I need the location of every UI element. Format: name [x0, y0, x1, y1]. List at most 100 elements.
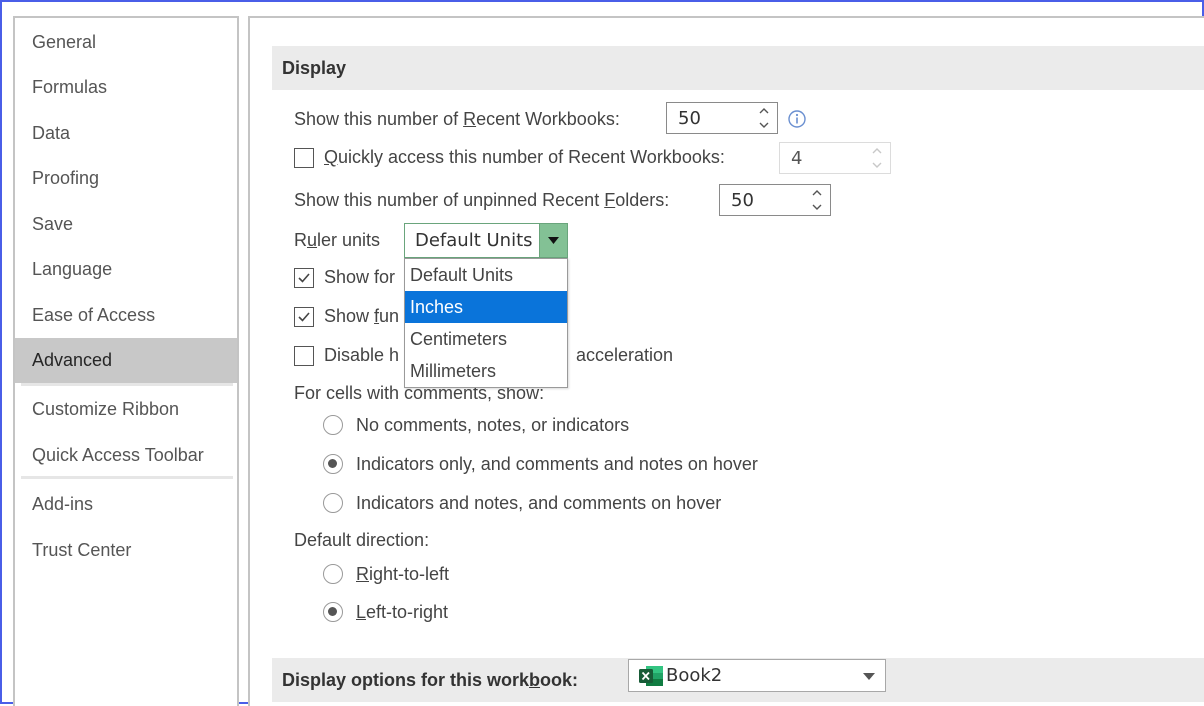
ruler-option-default-units[interactable]: Default Units	[405, 259, 567, 291]
nav-divider	[21, 383, 233, 386]
nav-label: Quick Access Toolbar	[32, 445, 204, 465]
nav-label: Language	[32, 259, 113, 279]
radio-dot	[328, 459, 337, 468]
radio-left-to-right[interactable]	[323, 602, 343, 622]
nav-item-ease-of-access[interactable]: Ease of Access	[15, 293, 237, 338]
info-icon[interactable]	[787, 109, 807, 129]
label-text: un	[379, 306, 400, 326]
label-text: Display options for this work	[282, 670, 530, 690]
workbook-select[interactable]: Book2	[628, 659, 886, 692]
disable-hw-accel-label-end: acceleration	[576, 345, 674, 365]
label-text: Show this number of	[294, 109, 464, 129]
direction-group-label: Default direction:	[294, 530, 430, 550]
nav-item-proofing[interactable]: Proofing	[15, 156, 237, 201]
excel-icon	[639, 666, 663, 686]
spinner-arrows[interactable]	[810, 186, 824, 214]
ruler-units-value[interactable]: Default Units	[415, 230, 533, 251]
label-accesskey: u	[307, 230, 318, 250]
label-accesskey: L	[356, 602, 367, 622]
label-text: R	[294, 230, 307, 250]
nav-item-advanced[interactable]: Advanced	[15, 338, 237, 383]
spinner-value[interactable]: 50	[731, 190, 754, 211]
nav-label: Data	[32, 123, 71, 143]
recent-folders-label: Show this number of unpinned Recent Fold…	[294, 190, 669, 211]
ruler-option-centimeters[interactable]: Centimeters	[405, 323, 567, 355]
radio-indicators-and-notes[interactable]	[323, 493, 343, 513]
ruler-option-millimeters[interactable]: Millimeters	[405, 355, 567, 387]
radio-indicators-and-notes-label[interactable]: Indicators and notes, and comments on ho…	[356, 493, 721, 514]
radio-indicators-only-label[interactable]: Indicators only, and comments and notes …	[356, 454, 758, 475]
nav-label: General	[32, 32, 97, 52]
nav-label: Proofing	[32, 168, 100, 188]
show-formula-bar-checkbox[interactable]	[294, 268, 314, 288]
ruler-option-inches[interactable]: Inches	[405, 291, 567, 323]
show-formula-bar-label: Show for	[324, 267, 396, 287]
recent-workbooks-spinner[interactable]: 50	[666, 102, 778, 134]
chevron-down-icon[interactable]	[548, 237, 559, 244]
spinner-arrows[interactable]	[870, 144, 884, 172]
nav-label: Advanced	[32, 350, 113, 370]
radio-no-comments-label[interactable]: No comments, notes, or indicators	[356, 415, 629, 436]
ruler-units-dropdown-button[interactable]	[539, 224, 567, 257]
checkmark-icon	[298, 273, 310, 283]
quick-access-label: Quickly access this number of Recent Wor…	[324, 147, 725, 168]
radio-no-comments[interactable]	[323, 415, 343, 435]
label-accesskey: b	[529, 670, 541, 690]
nav-label: Save	[32, 214, 74, 234]
nav-label: Trust Center	[32, 540, 132, 560]
nav-label: Formulas	[32, 77, 108, 97]
ruler-units-label: Ruler units	[294, 230, 380, 251]
label-text: Show	[324, 306, 375, 326]
label-text: Show this number of unpinned Recent	[294, 190, 605, 210]
radio-left-to-right-label[interactable]: Left-to-right	[356, 602, 448, 623]
label-text: ler units	[317, 230, 381, 250]
checkmark-icon	[298, 312, 310, 322]
show-function-tips-checkbox[interactable]	[294, 307, 314, 327]
label-text: ight-to-left	[369, 564, 450, 584]
quick-access-checkbox[interactable]	[294, 148, 314, 168]
radio-dot	[328, 607, 337, 616]
ruler-units-select[interactable]: Default Units	[404, 223, 568, 258]
label-accesskey: R	[463, 109, 477, 129]
label-text: ook:	[540, 670, 579, 690]
nav-label: Customize Ribbon	[32, 399, 180, 419]
disable-hw-accel-label-start: Disable h	[324, 345, 400, 365]
quick-access-spinner[interactable]: 4	[779, 142, 891, 174]
show-function-tips-label: Show fun	[324, 306, 399, 327]
workbook-select-value[interactable]: Book2	[666, 665, 722, 686]
up-down-chevron-icon[interactable]	[870, 144, 884, 172]
spinner-arrows[interactable]	[757, 104, 771, 132]
spinner-value[interactable]: 4	[791, 148, 802, 169]
chevron-down-icon[interactable]	[863, 673, 875, 680]
nav-item-trust-center[interactable]: Trust Center	[15, 528, 237, 573]
nav-label: Ease of Access	[32, 305, 156, 325]
nav-item-quick-access-toolbar[interactable]: Quick Access Toolbar	[15, 433, 237, 478]
options-nav: General Formulas Data Proofing Save Lang…	[13, 16, 239, 706]
label-text: olders:	[615, 190, 670, 210]
label-text: eft-to-right	[366, 602, 449, 622]
label-text: ecent Workbooks:	[476, 109, 620, 129]
section-header-display: Display	[272, 46, 1204, 90]
ruler-units-listbox: Default Units Inches Centimeters Millime…	[404, 258, 568, 388]
disable-hw-accel-checkbox[interactable]	[294, 346, 314, 366]
label-accesskey: Q	[324, 147, 339, 167]
radio-right-to-left[interactable]	[323, 564, 343, 584]
nav-item-formulas[interactable]: Formulas	[15, 65, 237, 110]
label-accesskey: F	[604, 190, 616, 210]
spinner-value[interactable]: 50	[678, 108, 701, 129]
nav-item-language[interactable]: Language	[15, 247, 237, 292]
nav-item-data[interactable]: Data	[15, 111, 237, 156]
nav-label: Add-ins	[32, 494, 94, 514]
nav-item-general[interactable]: General	[15, 20, 237, 65]
recent-folders-spinner[interactable]: 50	[719, 184, 831, 216]
recent-workbooks-label: Show this number of Recent Workbooks:	[294, 109, 620, 130]
up-down-chevron-icon[interactable]	[757, 104, 771, 132]
nav-item-add-ins[interactable]: Add-ins	[15, 482, 237, 527]
up-down-chevron-icon[interactable]	[810, 186, 824, 214]
label-accesskey: R	[356, 564, 369, 584]
nav-item-customize-ribbon[interactable]: Customize Ribbon	[15, 387, 237, 432]
radio-right-to-left-label[interactable]: Right-to-left	[356, 564, 449, 585]
radio-indicators-only[interactable]	[323, 454, 343, 474]
options-content: Display Show this number of Recent Workb…	[248, 16, 1204, 706]
nav-item-save[interactable]: Save	[15, 202, 237, 247]
